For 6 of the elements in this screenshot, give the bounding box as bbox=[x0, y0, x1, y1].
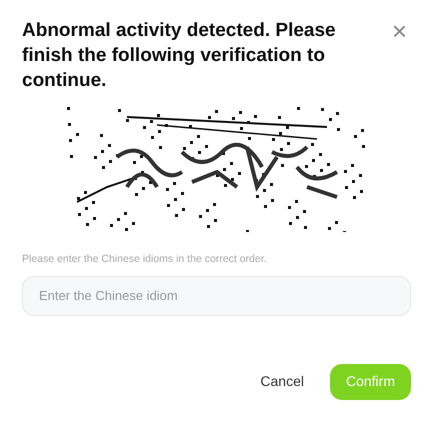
answer-field[interactable]: Enter the Chinese idiom bbox=[22, 276, 411, 316]
hint-text: Please enter the Chinese idioms in the correct order. bbox=[22, 252, 268, 267]
close-button[interactable]: × bbox=[392, 18, 407, 44]
dialog-title: Abnormal activity detected. Please finish the following verification to continue. bbox=[22, 19, 337, 93]
confirm-button[interactable]: Confirm bbox=[330, 364, 411, 400]
cancel-button[interactable]: Cancel bbox=[260, 371, 304, 392]
